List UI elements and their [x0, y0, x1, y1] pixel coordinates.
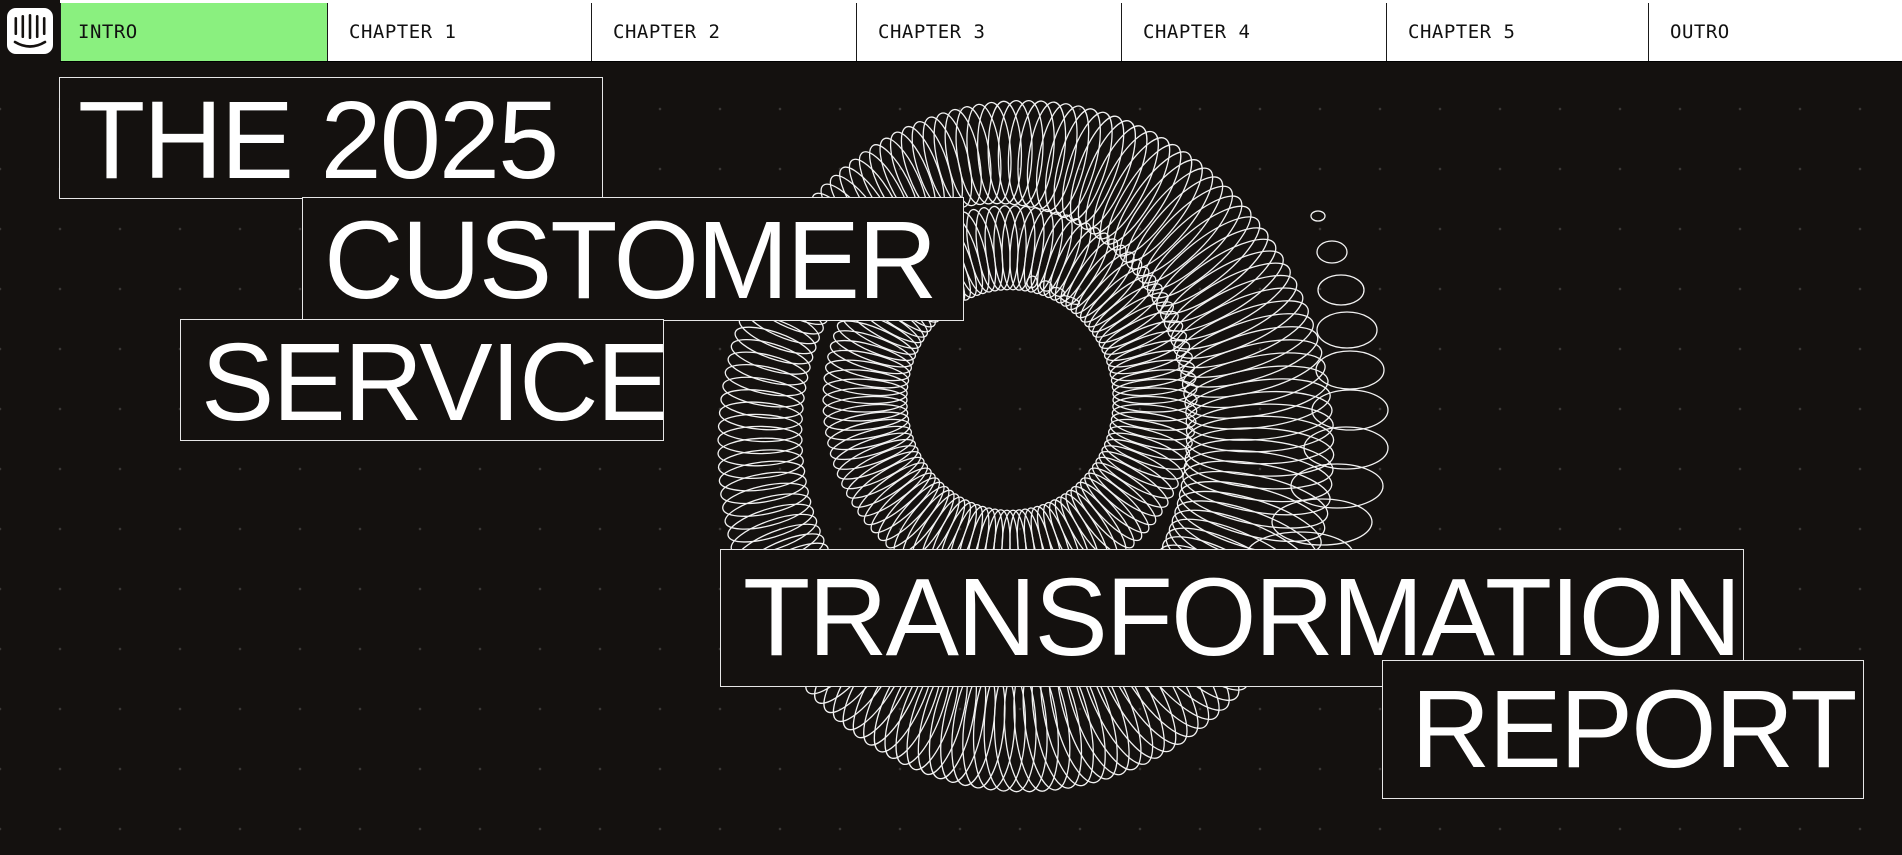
spiral-ring: [1048, 222, 1092, 301]
tab-outro[interactable]: OUTRO: [1648, 3, 1902, 61]
spiral-ring: [1112, 387, 1198, 413]
spiral-ring: [1317, 274, 1365, 306]
title-line-the-2025: THE 2025: [59, 77, 603, 199]
tab-chapter-2[interactable]: CHAPTER 2: [591, 3, 856, 61]
spiral-ring: [1035, 103, 1078, 213]
spiral-ring: [1101, 445, 1179, 490]
title-line-report: REPORT: [1382, 660, 1864, 799]
spiral-ring: [722, 376, 805, 408]
spiral-ring: [1316, 240, 1348, 264]
spiral-ring: [1311, 389, 1389, 431]
spiral-ring: [1316, 311, 1378, 349]
spiral-ring: [1101, 310, 1179, 355]
spiral-ring: [718, 401, 803, 431]
spiral-ring: [841, 445, 919, 490]
spiral-ring: [1111, 403, 1197, 431]
spiral-ring: [1310, 210, 1326, 222]
title-line-service: SERVICE: [180, 319, 664, 441]
title-line-customer: CUSTOMER: [302, 197, 964, 321]
spiral-ring: [717, 425, 803, 455]
spiral-ring: [727, 503, 815, 543]
spiral-ring: [823, 403, 909, 431]
spiral-ring: [724, 493, 812, 530]
tab-chapter-4[interactable]: CHAPTER 4: [1121, 3, 1386, 61]
spiral-ring: [1053, 108, 1101, 219]
spiral-ring: [1175, 300, 1309, 369]
spiral-ring: [822, 387, 908, 413]
tab-chapter-1[interactable]: CHAPTER 1: [327, 3, 591, 61]
spiral-ring: [984, 205, 1011, 291]
chapter-nav: INTRO CHAPTER 1 CHAPTER 2 CHAPTER 3 CHAP…: [0, 0, 1902, 62]
spiral-ring: [734, 326, 814, 365]
intercom-logo-icon[interactable]: [0, 0, 60, 62]
spiral-ring: [1303, 426, 1389, 470]
tab-chapter-5[interactable]: CHAPTER 5: [1386, 3, 1648, 61]
spiral-ring: [717, 449, 804, 479]
spiral-ring: [720, 471, 807, 505]
spiral-ring: [1009, 205, 1036, 291]
spiral-ring: [1030, 211, 1064, 295]
spiral-ring: [1173, 287, 1304, 359]
spiral-ring: [987, 100, 1023, 205]
spiral-ring: [1315, 350, 1385, 390]
spiral-ring: [823, 369, 909, 397]
spiral-ring: [730, 338, 811, 375]
tab-intro[interactable]: INTRO: [60, 3, 327, 61]
tab-chapter-3[interactable]: CHAPTER 3: [856, 3, 1121, 61]
